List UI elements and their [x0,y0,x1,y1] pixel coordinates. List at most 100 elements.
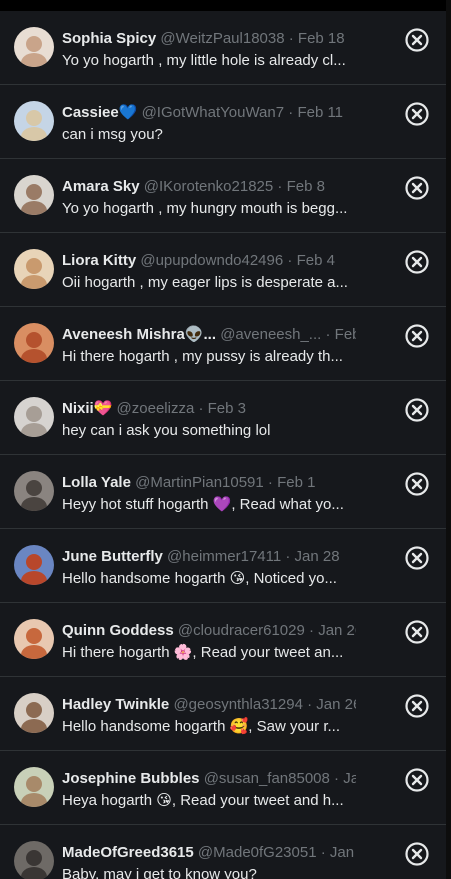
close-button[interactable] [404,397,430,423]
notification-row[interactable]: Aveneesh Mishra👽... @aveneesh_... · Feb … [0,307,446,381]
message-preview: Baby, may i get to know you? [62,866,257,879]
user-handle: @IGotWhatYouWan7 [141,104,285,121]
message-preview: Oii hogarth , my eager lips is desperate… [62,274,348,291]
message-preview: Hi there hogarth , my pussy is already t… [62,348,343,365]
timestamp: Feb 3 [207,400,246,417]
close-button[interactable] [404,619,430,645]
avatar[interactable] [14,249,54,289]
separator-dot: · [198,400,204,417]
user-handle: @Made0fG23051 [197,844,317,861]
avatar[interactable] [14,101,54,141]
close-button[interactable] [404,249,430,275]
timestamp: Jan 28 [294,548,340,565]
notification-row[interactable]: MadeOfGreed3615 @Made0fG23051 · Jan 25 B… [0,825,446,879]
display-name[interactable]: June Butterfly [62,548,163,565]
avatar[interactable] [14,619,54,659]
close-button[interactable] [404,175,430,201]
display-name[interactable]: MadeOfGreed3615 [62,844,194,861]
x-circle-icon [405,546,429,570]
separator-dot: · [287,252,293,269]
display-name[interactable]: Cassiee💙 [62,104,137,121]
close-button[interactable] [404,323,430,349]
notification-row[interactable]: Amara Sky @IKorotenko21825 · Feb 8 Yo yo… [0,159,446,233]
user-handle: @MartinPian10591 [135,474,264,491]
separator-dot: · [288,104,294,121]
user-handle: @susan_fan85008 [203,770,330,787]
timestamp: Feb 4 [296,252,335,269]
avatar[interactable] [14,767,54,807]
notification-header: MadeOfGreed3615 @Made0fG23051 · Jan 25 [62,843,356,863]
x-circle-icon [405,324,429,348]
notification-row[interactable]: Sophia Spicy @WeitzPaul18038 · Feb 18 Yo… [0,11,446,85]
notification-header: June Butterfly @heimmer17411 · Jan 28 [62,547,356,567]
notification-header: Aveneesh Mishra👽... @aveneesh_... · Feb … [62,325,356,345]
display-name[interactable]: Josephine Bubbles [62,770,200,787]
notification-row[interactable]: Nixii💝 @zoeelizza · Feb 3 hey can i ask … [0,381,446,455]
notification-row[interactable]: Quinn Goddess @cloudracer61029 · Jan 26 … [0,603,446,677]
avatar[interactable] [14,471,54,511]
notification-row[interactable]: June Butterfly @heimmer17411 · Jan 28 He… [0,529,446,603]
user-handle: @IKorotenko21825 [143,178,274,195]
avatar[interactable] [14,397,54,437]
user-handle: @geosynthla31294 [173,696,303,713]
close-button[interactable] [404,841,430,867]
separator-dot: · [325,326,331,343]
display-name[interactable]: Sophia Spicy [62,30,156,47]
close-button[interactable] [404,767,430,793]
separator-dot: · [288,30,294,47]
x-circle-icon [405,842,429,866]
notification-header: Nixii💝 @zoeelizza · Feb 3 [62,399,356,419]
message-preview: can i msg you? [62,126,163,143]
close-button[interactable] [404,545,430,571]
timestamp: Jan 26 [343,770,356,787]
notifications-app: Sophia Spicy @WeitzPaul18038 · Feb 18 Yo… [0,0,451,879]
user-handle: @zoeelizza [116,400,195,417]
user-handle: @cloudracer61029 [177,622,305,639]
x-circle-icon [405,472,429,496]
top-strip [0,0,451,11]
avatar[interactable] [14,693,54,733]
display-name[interactable]: Hadley Twinkle [62,696,169,713]
avatar[interactable] [14,545,54,585]
timestamp: Feb 1 [277,474,316,491]
x-circle-icon [405,102,429,126]
close-button[interactable] [404,101,430,127]
separator-dot: · [277,178,283,195]
user-handle: @aveneesh_... [220,326,322,343]
notification-row[interactable]: Josephine Bubbles @susan_fan85008 · Jan … [0,751,446,825]
display-name[interactable]: Quinn Goddess [62,622,174,639]
display-name[interactable]: Lolla Yale [62,474,131,491]
notification-header: Hadley Twinkle @geosynthla31294 · Jan 26 [62,695,356,715]
timestamp: Feb 8 [286,178,325,195]
notification-row[interactable]: Lolla Yale @MartinPian10591 · Feb 1 Heyy… [0,455,446,529]
display-name[interactable]: Aveneesh Mishra👽... [62,326,216,343]
display-name[interactable]: Liora Kitty [62,252,136,269]
notification-header: Cassiee💙 @IGotWhatYouWan7 · Feb 11 [62,103,356,123]
notification-header: Lolla Yale @MartinPian10591 · Feb 1 [62,473,356,493]
message-preview: Yo yo hogarth , my hungry mouth is begg.… [62,200,348,217]
notification-header: Quinn Goddess @cloudracer61029 · Jan 26 [62,621,356,641]
display-name[interactable]: Nixii💝 [62,400,112,417]
avatar[interactable] [14,323,54,363]
timestamp: Jan 25 [329,844,356,861]
notification-row[interactable]: Cassiee💙 @IGotWhatYouWan7 · Feb 11 can i… [0,85,446,159]
x-circle-icon [405,620,429,644]
notification-row[interactable]: Hadley Twinkle @geosynthla31294 · Jan 26… [0,677,446,751]
scrollbar[interactable] [446,0,451,879]
timestamp: Jan 26 [316,696,356,713]
user-handle: @WeitzPaul18038 [160,30,285,47]
message-preview: Heyy hot stuff hogarth 💜, Read what yo..… [62,496,344,513]
timestamp: Feb 18 [297,30,345,47]
notification-row[interactable]: Liora Kitty @upupdowndo42496 · Feb 4 Oii… [0,233,446,307]
avatar[interactable] [14,27,54,67]
close-button[interactable] [404,471,430,497]
avatar[interactable] [14,841,54,879]
close-button[interactable] [404,693,430,719]
avatar[interactable] [14,175,54,215]
separator-dot: · [267,474,273,491]
separator-dot: · [334,770,340,787]
display-name[interactable]: Amara Sky [62,178,140,195]
timestamp: Jan 26 [318,622,356,639]
notification-header: Josephine Bubbles @susan_fan85008 · Jan … [62,769,356,789]
close-button[interactable] [404,27,430,53]
